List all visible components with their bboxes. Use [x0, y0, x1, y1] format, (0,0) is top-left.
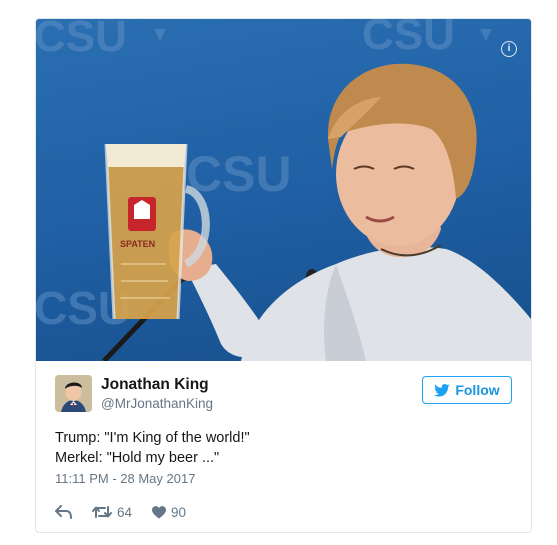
- follow-label: Follow: [455, 382, 500, 398]
- tweet-timestamp[interactable]: 11:11 PM - 28 May 2017: [55, 471, 195, 486]
- tweet-text-line-2: Merkel: "Hold my beer ...": [55, 450, 220, 466]
- heart-icon: [152, 505, 167, 519]
- retweet-icon: [92, 506, 112, 518]
- info-icon[interactable]: i: [501, 41, 517, 57]
- reply-button[interactable]: [55, 505, 72, 519]
- like-count: 90: [171, 504, 187, 520]
- tweet-photo[interactable]: CSU CSU CSU CSU SPATEN i: [36, 19, 531, 361]
- author-handle[interactable]: @MrJonathanKing: [101, 396, 213, 411]
- retweet-button[interactable]: 64: [92, 505, 132, 520]
- bg-logo-top-left: CSU: [36, 19, 127, 61]
- bg-logo-top-right: CSU: [362, 19, 455, 59]
- retweet-count: 64: [117, 504, 133, 520]
- avatar-portrait-icon: [55, 375, 92, 412]
- like-button[interactable]: 90: [152, 505, 186, 520]
- tweet-card: CSU CSU CSU CSU SPATEN i Jonathan King @…: [35, 18, 532, 533]
- reply-icon: [55, 505, 72, 519]
- tweet-actions: 64 90: [55, 502, 206, 522]
- tweet-text: Trump: "I'm King of the world!" Merkel: …: [55, 428, 250, 468]
- follow-button[interactable]: Follow: [422, 376, 512, 404]
- avatar[interactable]: [55, 375, 92, 412]
- photo-illustration: CSU CSU CSU CSU SPATEN: [36, 19, 531, 361]
- mug-label: SPATEN: [120, 239, 155, 249]
- author-name[interactable]: Jonathan King: [101, 376, 209, 394]
- tweet-header: Jonathan King @MrJonathanKing Follow: [55, 375, 512, 415]
- bg-logo-center: CSU: [186, 146, 292, 202]
- tweet-text-line-1: Trump: "I'm King of the world!": [55, 430, 250, 446]
- twitter-bird-icon: [434, 383, 450, 397]
